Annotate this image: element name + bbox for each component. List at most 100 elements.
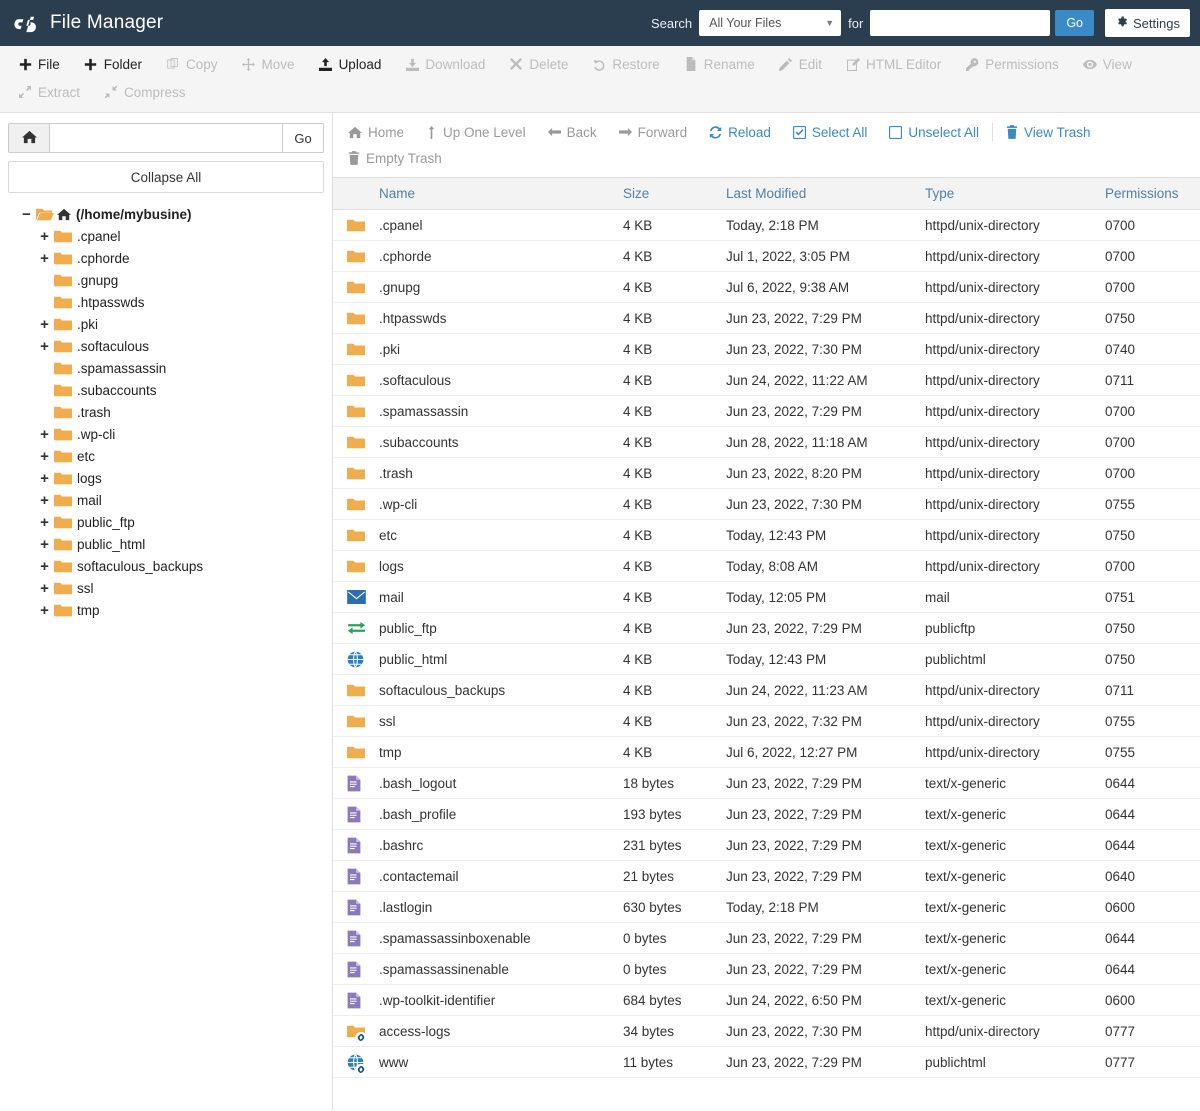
search-go-button[interactable]: Go (1055, 10, 1095, 36)
table-row[interactable]: .wp-toolkit-identifier 684 bytes Jun 24, 2… (333, 985, 1200, 1016)
table-row[interactable]: .bash_profile 193 bytes Jun 23, 2022, 7:29… (333, 799, 1200, 830)
table-row[interactable]: .contactemail 21 bytes Jun 23, 2022, 7:29 … (333, 861, 1200, 892)
table-row[interactable]: tmp 4 KB Jul 6, 2022, 12:27 PM httpd/unix-d… (333, 737, 1200, 768)
tree-expand-icon[interactable]: + (38, 514, 51, 531)
nav-button-up-one-level[interactable]: Up One Level (415, 119, 537, 145)
tree-node-cphorde[interactable]: + .cphorde (14, 247, 324, 269)
tree-node-pki[interactable]: + .pki (14, 313, 324, 335)
table-row[interactable]: .softaculous 4 KB Jun 24, 2022, 11:22 AM ht… (333, 365, 1200, 396)
settings-button[interactable]: Settings (1105, 9, 1190, 37)
column-header-last-modified[interactable]: Last Modified (726, 186, 925, 201)
tree-node-home-mybusine[interactable]: − (/home/mybusine) (14, 203, 324, 225)
tree-node-htpasswds[interactable]: .htpasswds (14, 291, 324, 313)
table-row[interactable]: .bash_logout 18 bytes Jun 23, 2022, 7:29 P… (333, 768, 1200, 799)
path-go-button[interactable]: Go (282, 123, 324, 153)
tree-node-tmp[interactable]: + tmp (14, 599, 324, 621)
cell-size: 21 bytes (623, 868, 675, 884)
table-row[interactable]: .wp-cli 4 KB Jun 23, 2022, 7:30 PM httpd/un… (333, 489, 1200, 520)
tree-expand-icon[interactable]: + (38, 492, 51, 509)
tree-expand-icon[interactable]: + (38, 558, 51, 575)
tree-expand-icon[interactable]: + (38, 536, 51, 553)
table-row[interactable]: www 11 bytes Jun 23, 2022, 7:29 PM publicht… (333, 1047, 1200, 1078)
column-header-name[interactable]: Name (333, 186, 623, 201)
file-name-label: tmp (379, 744, 402, 760)
table-row[interactable]: etc 4 KB Today, 12:43 PM httpd/unix-directo… (333, 520, 1200, 551)
toolbar-button-label: Restore (612, 56, 660, 72)
tree-node-subaccounts[interactable]: .subaccounts (14, 379, 324, 401)
tree-node-public_html[interactable]: + public_html (14, 533, 324, 555)
tree-node-mail[interactable]: + mail (14, 489, 324, 511)
table-row[interactable]: mail 4 KB Today, 12:05 PM mail 0751 (333, 582, 1200, 613)
nav-button-reload[interactable]: Reload (698, 119, 782, 145)
cell-type: publicftp (925, 620, 976, 636)
tree-expand-icon[interactable]: + (38, 470, 51, 487)
nav-button-select-all[interactable]: Select All (782, 119, 879, 145)
table-row[interactable]: softaculous_backups 4 KB Jun 24, 2022, 11:… (333, 675, 1200, 706)
table-row[interactable]: .spamassassinenable 0 bytes Jun 23, 2022, … (333, 954, 1200, 985)
tree-expand-icon[interactable]: + (38, 316, 51, 333)
table-row[interactable]: .spamassassin 4 KB Jun 23, 2022, 7:29 PM ht… (333, 396, 1200, 427)
toolbar-button-upload[interactable]: Upload (307, 50, 394, 78)
tree-node-wp-cli[interactable]: + .wp-cli (14, 423, 324, 445)
search-scope-select[interactable]: All Your Files ▼ (699, 10, 842, 36)
cell-size: 4 KB (623, 465, 653, 481)
tree-node-etc[interactable]: + etc (14, 445, 324, 467)
column-header-size[interactable]: Size (623, 186, 726, 201)
cell-last-modified: Jun 23, 2022, 8:20 PM (726, 465, 862, 481)
sidebar-home-button[interactable] (8, 123, 50, 153)
table-row[interactable]: ssl 4 KB Jun 23, 2022, 7:32 PM httpd/unix-d… (333, 706, 1200, 737)
tree-expand-icon[interactable]: + (38, 426, 51, 443)
tree-expand-icon[interactable]: + (38, 602, 51, 619)
table-row[interactable]: .pki 4 KB Jun 23, 2022, 7:30 PM httpd/unix-… (333, 334, 1200, 365)
cell-name: logs (333, 559, 623, 574)
path-input[interactable] (50, 123, 282, 153)
table-row[interactable]: .spamassassinboxenable 0 bytes Jun 23, 202… (333, 923, 1200, 954)
tree-node-spamassassin[interactable]: .spamassassin (14, 357, 324, 379)
tree-expand-icon[interactable]: + (38, 250, 51, 267)
nav-button-back[interactable]: Back (537, 119, 608, 145)
tree-node-cpanel[interactable]: + .cpanel (14, 225, 324, 247)
text-file-icon (347, 992, 373, 1009)
table-row[interactable]: .htpasswds 4 KB Jun 23, 2022, 7:29 PM httpd… (333, 303, 1200, 334)
nav-button-view-trash[interactable]: View Trash (995, 119, 1102, 145)
toolbar-button-label: Delete (529, 56, 569, 72)
tree-node-softaculous_backups[interactable]: + softaculous_backups (14, 555, 324, 577)
tree-node-trash[interactable]: .trash (14, 401, 324, 423)
tree-expand-icon[interactable]: + (38, 228, 51, 245)
collapse-all-button[interactable]: Collapse All (8, 161, 324, 193)
search-input[interactable] (870, 10, 1051, 36)
table-row[interactable]: .cphorde 4 KB Jul 1, 2022, 3:05 PM httpd/un… (333, 241, 1200, 272)
tree-node-softaculous[interactable]: + .softaculous (14, 335, 324, 357)
nav-button-empty-trash[interactable]: Empty Trash (337, 145, 453, 171)
table-row[interactable]: public_ftp 4 KB Jun 23, 2022, 7:29 PM publi… (333, 613, 1200, 644)
arrow-up-icon (426, 125, 437, 139)
tree-expand-icon[interactable]: + (38, 338, 51, 355)
nav-button-label: Up One Level (443, 124, 526, 140)
tree-expand-icon[interactable]: + (38, 448, 51, 465)
tree-collapse-icon[interactable]: − (20, 206, 33, 223)
table-row[interactable]: .cpanel 4 KB Today, 2:18 PM httpd/unix-dire… (333, 210, 1200, 241)
cell-name: .subaccounts (333, 435, 623, 450)
nav-button-home[interactable]: Home (337, 119, 415, 145)
tree-node-ssl[interactable]: + ssl (14, 577, 324, 599)
column-header-type[interactable]: Type (925, 186, 1105, 201)
tree-node-logs[interactable]: + logs (14, 467, 324, 489)
table-row[interactable]: .bashrc 231 bytes Jun 23, 2022, 7:29 PM tex… (333, 830, 1200, 861)
toolbar-button-file[interactable]: File (6, 50, 72, 78)
tree-node-gnupg[interactable]: .gnupg (14, 269, 324, 291)
table-row[interactable]: logs 4 KB Today, 8:08 AM httpd/unix-directo… (333, 551, 1200, 582)
tree-expand-icon[interactable]: + (38, 580, 51, 597)
table-row[interactable]: access-logs 34 bytes Jun 23, 2022, 7:30 PM… (333, 1016, 1200, 1047)
cell-size: 0 bytes (623, 961, 667, 977)
table-row[interactable]: .lastlogin 630 bytes Today, 2:18 PM text/x-… (333, 892, 1200, 923)
table-row[interactable]: .subaccounts 4 KB Jun 28, 2022, 11:18 AM ht… (333, 427, 1200, 458)
tree-node-public_ftp[interactable]: + public_ftp (14, 511, 324, 533)
table-row[interactable]: public_html 4 KB Today, 12:43 PM publichtml… (333, 644, 1200, 675)
nav-button-forward[interactable]: Forward (608, 119, 699, 145)
column-header-permissions[interactable]: Permissions (1105, 186, 1200, 201)
table-row[interactable]: .gnupg 4 KB Jul 6, 2022, 9:38 AM httpd/unix… (333, 272, 1200, 303)
nav-button-unselect-all[interactable]: Unselect All (878, 119, 990, 145)
toolbar-button-edit: Edit (767, 50, 834, 78)
table-row[interactable]: .trash 4 KB Jun 23, 2022, 8:20 PM httpd/uni… (333, 458, 1200, 489)
toolbar-button-folder[interactable]: Folder (72, 50, 154, 78)
